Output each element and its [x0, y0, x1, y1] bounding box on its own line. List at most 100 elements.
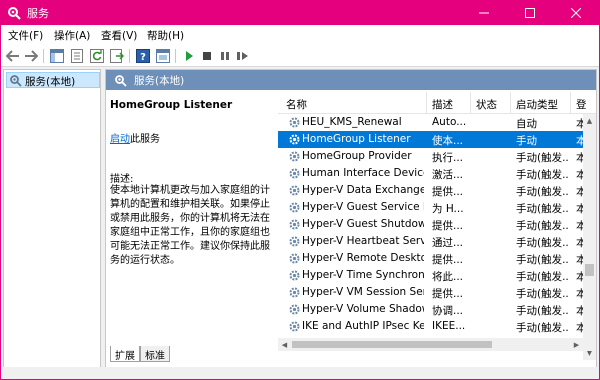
- column-header-logon[interactable]: 登: [576, 97, 587, 112]
- pause-icon: [221, 52, 229, 60]
- maximize-icon: [525, 8, 535, 18]
- title-bar: 服务: [1, 1, 599, 25]
- list-header: 名称 描述 状态 启动类型 登: [278, 92, 596, 114]
- window-title: 服务: [27, 7, 49, 20]
- properties-button[interactable]: [69, 48, 85, 64]
- menu-file[interactable]: 文件(F): [8, 28, 43, 43]
- cell-logon: 本: [576, 133, 583, 148]
- menu-view[interactable]: 查看(V): [101, 28, 137, 43]
- cell-startup-type: 手动(触发...: [516, 237, 568, 249]
- table-row[interactable]: Hyper-V Heartbeat Service 通过... 手动(触发... 本: [278, 233, 583, 250]
- table-row[interactable]: Hyper-V Remote Deskto... 提供... 手动(触发... 本: [278, 250, 583, 267]
- forward-button[interactable]: [23, 48, 39, 64]
- cell-logon: 本: [576, 303, 583, 318]
- cell-description: 提供...: [432, 254, 464, 266]
- cell-logon: 本: [576, 184, 583, 199]
- stop-icon: [203, 52, 211, 60]
- help-button[interactable]: ?: [135, 48, 151, 64]
- service-gear-icon: [289, 253, 300, 264]
- menu-action[interactable]: 操作(A): [54, 28, 90, 43]
- help-icon: ?: [136, 49, 150, 63]
- restart-service-button[interactable]: [235, 48, 251, 64]
- services-gear-icon: [8, 7, 21, 20]
- refresh-icon: [90, 49, 104, 63]
- cell-name: Hyper-V VM Session Ser...: [302, 286, 424, 298]
- column-divider[interactable]: [570, 92, 571, 114]
- stop-service-button[interactable]: [199, 48, 215, 64]
- table-row[interactable]: Hyper-V Data Exchange ... 提供... 手动(触发... 本: [278, 182, 583, 199]
- cell-description: IKEE...: [432, 320, 466, 332]
- column-divider[interactable]: [510, 92, 511, 114]
- table-row[interactable]: Hyper-V Volume Shadow... 协调... 手动(触发... 本: [278, 301, 583, 318]
- toolbar-separator: [175, 49, 176, 63]
- column-header-name[interactable]: 名称: [286, 97, 307, 112]
- service-gear-icon: [289, 304, 300, 315]
- close-button[interactable]: [553, 1, 599, 25]
- scroll-up-arrow-icon[interactable]: ▲: [583, 114, 596, 127]
- service-gear-icon: [289, 321, 300, 332]
- table-row[interactable]: Hyper-V Time Synchroniz... 将此... 手动(触发... 本: [278, 267, 583, 284]
- refresh-button[interactable]: [89, 48, 105, 64]
- column-divider[interactable]: [470, 92, 471, 114]
- start-service-button[interactable]: [181, 48, 197, 64]
- cell-description: 提供...: [432, 288, 464, 300]
- table-row[interactable]: Human Interface Device ... 激活... 手动(触发... 本: [278, 165, 583, 182]
- start-service-link[interactable]: 启动: [110, 134, 130, 145]
- cell-description: 提供...: [432, 220, 464, 232]
- cell-startup-type: 手动(触发...: [516, 152, 568, 164]
- cell-startup-type: 手动(触发...: [516, 305, 568, 317]
- vertical-scrollbar[interactable]: ▲ ▼: [583, 114, 596, 360]
- service-name-heading: HomeGroup Listener: [110, 99, 233, 111]
- console-button[interactable]: [155, 48, 171, 64]
- cell-startup-type: 手动(触发...: [516, 288, 568, 300]
- export-list-button[interactable]: [109, 48, 125, 64]
- minimize-button[interactable]: [461, 1, 507, 25]
- service-gear-icon: [289, 219, 300, 230]
- list-body: HEU_KMS_RenewalAuto...自动本HomeGroup Liste…: [278, 114, 583, 358]
- tab-extended[interactable]: 扩展: [110, 346, 140, 362]
- table-row[interactable]: HomeGroup Listener 使本... 手动 本: [278, 131, 583, 148]
- cell-description: 协调...: [432, 305, 464, 317]
- services-gear-icon: [115, 75, 127, 87]
- view-tabs: 扩展 标准: [106, 344, 596, 364]
- table-row[interactable]: Hyper-V Guest Shutdown... 提供... 手动(触发... 本: [278, 216, 583, 233]
- cell-name: IKE and AuthIP IPsec Key...: [302, 320, 424, 332]
- svg-text:?: ?: [140, 52, 146, 63]
- back-button[interactable]: [5, 48, 21, 64]
- cell-description: Auto...: [432, 116, 467, 128]
- column-header-startup-type[interactable]: 启动类型: [516, 97, 558, 112]
- tree-item-services-local[interactable]: 服务(本地): [6, 72, 100, 88]
- table-row[interactable]: IKE and AuthIP IPsec Key... IKEE... 手动(触发.…: [278, 318, 583, 335]
- cell-description: 使本...: [432, 135, 464, 147]
- show-console-tree-button[interactable]: [49, 48, 65, 64]
- description-text: 使本地计算机更改与加入家庭组的计算机的配置和维护相关联。如果停止或禁用此服务，你…: [110, 185, 270, 266]
- cell-logon: 本: [576, 286, 583, 301]
- cell-name: HomeGroup Provider: [302, 150, 412, 162]
- pane-header-title: 服务(本地): [134, 75, 185, 87]
- table-row[interactable]: HEU_KMS_Renewal Auto... 自动 本: [278, 114, 583, 131]
- restart-icon: [237, 52, 248, 60]
- cell-startup-type: 手动(触发...: [516, 203, 568, 215]
- menu-help[interactable]: 帮助(H): [147, 28, 184, 43]
- table-row[interactable]: HomeGroup Provider 执行... 手动(触发... 本: [278, 148, 583, 165]
- cell-description: 通过...: [432, 237, 464, 249]
- maximize-button[interactable]: [507, 1, 553, 25]
- scroll-thumb[interactable]: [585, 264, 594, 276]
- table-row[interactable]: Hyper-V VM Session Ser... 提供... 手动(触发... 本: [278, 284, 583, 301]
- cell-logon: 本: [576, 269, 583, 284]
- service-gear-icon: [289, 236, 300, 247]
- start-icon: [186, 51, 193, 61]
- back-icon: [6, 50, 19, 62]
- service-gear-icon: [289, 202, 300, 213]
- column-divider[interactable]: [426, 92, 427, 114]
- cell-startup-type: 手动: [516, 135, 537, 147]
- services-window: 服务 文件(F) 操作(A) 查看(V) 帮助(H) ? 服务(本地) 服务(本…: [0, 0, 600, 380]
- tab-standard[interactable]: 标准: [140, 346, 170, 362]
- menu-bar: 文件(F) 操作(A) 查看(V) 帮助(H): [1, 25, 599, 45]
- column-header-description[interactable]: 描述: [432, 97, 453, 112]
- column-header-status[interactable]: 状态: [476, 97, 497, 112]
- cell-startup-type: 手动(触发...: [516, 169, 568, 181]
- pause-service-button[interactable]: [217, 48, 233, 64]
- cell-logon: 本: [576, 235, 583, 250]
- table-row[interactable]: Hyper-V Guest Service In... 为 H... 手动(触发..…: [278, 199, 583, 216]
